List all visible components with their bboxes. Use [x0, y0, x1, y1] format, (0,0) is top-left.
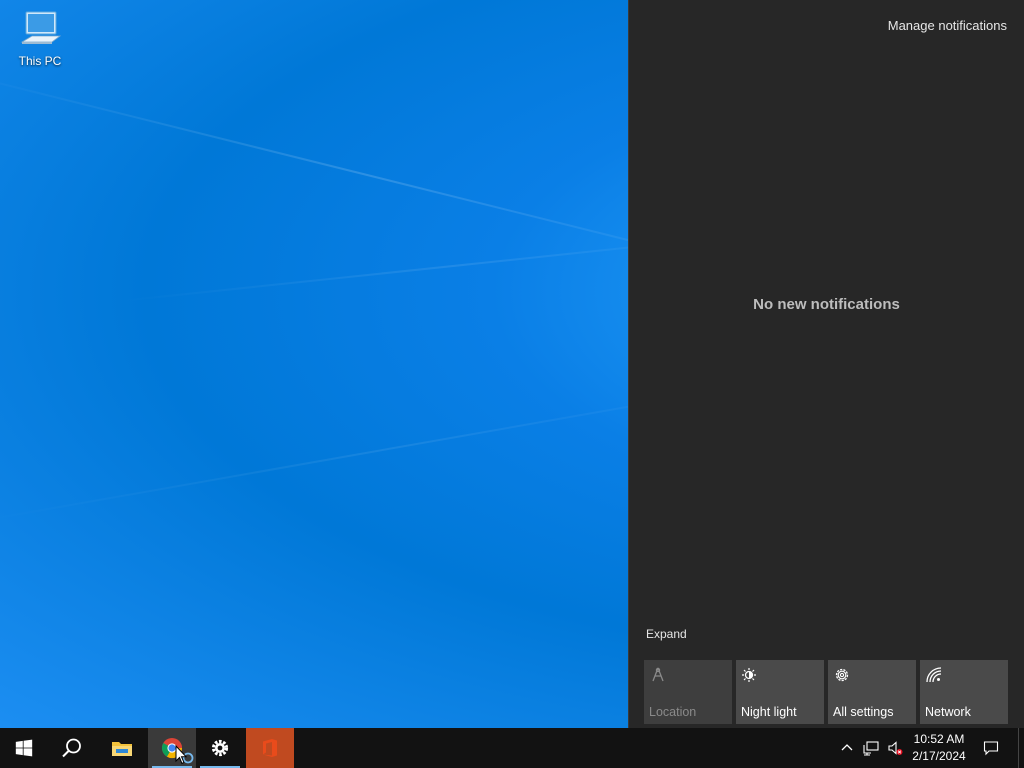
- action-center-panel: Manage notifications No new notification…: [628, 0, 1024, 728]
- show-desktop-button[interactable]: [1018, 728, 1024, 768]
- search-icon: [62, 738, 81, 758]
- action-center-button[interactable]: [976, 728, 1006, 768]
- empty-notifications-message: No new notifications: [753, 296, 900, 313]
- location-icon: [652, 667, 664, 682]
- clock[interactable]: 10:52 AM 2/17/2024: [906, 728, 972, 768]
- wallpaper-light-beam: [0, 70, 649, 247]
- file-explorer-button[interactable]: [98, 728, 146, 768]
- search-button[interactable]: [48, 728, 96, 768]
- clock-time: 10:52 AM: [913, 732, 965, 746]
- quick-action-all-settings[interactable]: All settings: [828, 660, 916, 724]
- volume-tray-button[interactable]: [884, 728, 906, 768]
- show-hidden-icons-button[interactable]: [838, 728, 856, 768]
- wired-network-icon: [863, 741, 879, 756]
- wallpaper-light-beam: [0, 398, 670, 522]
- office-icon: [263, 739, 277, 757]
- folder-icon: [112, 742, 132, 756]
- desktop-icon-this-pc[interactable]: This PC: [10, 8, 70, 78]
- clock-date: 2/17/2024: [912, 749, 966, 763]
- quick-action-night-light[interactable]: Night light: [736, 660, 824, 724]
- start-button[interactable]: [0, 728, 48, 768]
- expand-quick-actions-link[interactable]: Expand: [646, 627, 687, 641]
- this-pc-icon: [20, 11, 62, 44]
- settings-button[interactable]: [196, 728, 244, 768]
- network-icon: [926, 667, 942, 683]
- quick-actions-grid: Location Night light All settings Networ…: [644, 660, 1008, 724]
- chrome-button[interactable]: [148, 728, 196, 768]
- notifications-icon: [983, 741, 999, 756]
- quick-action-label: Night light: [741, 705, 797, 719]
- windows-logo-icon: [15, 739, 33, 757]
- chrome-icon: [161, 738, 183, 759]
- gear-icon: [835, 668, 849, 682]
- quick-action-label: Network: [925, 705, 971, 719]
- loading-badge-icon: [182, 752, 194, 764]
- volume-muted-icon: [888, 741, 903, 755]
- desktop-icon-label: This PC: [18, 54, 62, 68]
- network-tray-button[interactable]: [860, 728, 882, 768]
- gear-icon: [211, 739, 229, 757]
- quick-action-network[interactable]: Network: [920, 660, 1008, 724]
- chevron-up-icon: [841, 744, 853, 751]
- night-light-icon: [742, 668, 756, 682]
- taskbar: 10:52 AM 2/17/2024: [0, 728, 1024, 768]
- manage-notifications-link[interactable]: Manage notifications: [888, 18, 1007, 33]
- quick-action-location[interactable]: Location: [644, 660, 732, 724]
- screen: This PC Manage notifications No new noti…: [0, 0, 1024, 768]
- office-button[interactable]: [246, 728, 294, 768]
- wallpaper-light-beam: [119, 241, 678, 302]
- quick-action-label: Location: [649, 705, 697, 719]
- quick-action-label: All settings: [833, 705, 894, 719]
